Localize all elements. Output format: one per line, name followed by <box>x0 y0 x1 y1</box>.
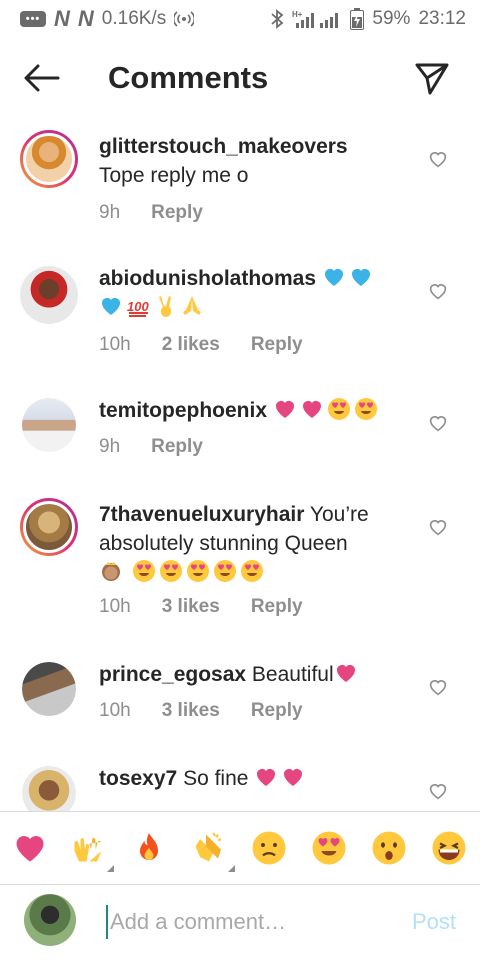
blue-heart-icon <box>349 265 373 289</box>
bluetooth-icon <box>270 9 284 29</box>
post-button[interactable]: Post <box>412 909 456 935</box>
avatar[interactable] <box>22 398 76 452</box>
header: Comments <box>0 38 480 122</box>
comment-text: So fine <box>183 767 249 790</box>
like-heart-icon[interactable] <box>428 518 448 536</box>
reply-button[interactable]: Reply <box>151 436 203 458</box>
folded-hands-icon <box>180 294 204 318</box>
sad-face-icon <box>251 830 287 866</box>
heart-eyes-icon <box>213 559 237 583</box>
reaction-pink-heart[interactable] <box>10 828 50 868</box>
like-heart-icon[interactable] <box>428 678 448 696</box>
pink-heart-icon <box>12 830 48 866</box>
comment-time: 10h <box>99 596 131 617</box>
page-title: Comments <box>108 60 269 95</box>
heart-eyes-icon <box>311 830 347 866</box>
reaction-grinning-squint[interactable] <box>429 828 469 868</box>
current-user-avatar <box>24 894 76 946</box>
comment-text: Beautiful <box>251 663 334 686</box>
comment-username[interactable]: temitopephoenix <box>99 399 267 422</box>
back-arrow-icon <box>24 64 60 92</box>
comment-item: tosexy7 So fine <box>0 764 480 812</box>
message-notification-icon: ••• <box>20 11 46 27</box>
pink-heart-icon <box>281 765 305 789</box>
pink-heart-icon <box>254 765 278 789</box>
like-heart-icon[interactable] <box>428 782 448 800</box>
share-button[interactable] <box>414 60 450 96</box>
avatar[interactable] <box>20 498 78 556</box>
heart-eyes-icon <box>327 397 351 421</box>
likes-count[interactable]: 3 likes <box>162 596 220 618</box>
heart-eyes-icon <box>159 559 183 583</box>
likes-count[interactable]: 2 likes <box>162 334 220 356</box>
emoji-blue-heart <box>322 267 376 290</box>
avatar[interactable] <box>20 266 78 324</box>
comment-username[interactable]: glitterstouch_makeovers <box>99 135 348 158</box>
comment-text: Tope reply me o <box>99 164 249 187</box>
reaction-heart-eyes[interactable] <box>309 828 349 868</box>
comment-time: 9h <box>99 436 121 457</box>
n-notification-icon: N <box>54 6 70 31</box>
reaction-fire[interactable] <box>129 828 169 868</box>
avatar[interactable] <box>22 662 76 716</box>
clapping-hands-icon <box>191 830 227 866</box>
battery-icon <box>350 8 365 30</box>
heart-eyes-icon <box>354 397 378 421</box>
n-notification-icon-2: N <box>77 6 94 31</box>
heart-eyes-icon <box>186 559 210 583</box>
signal-icon: H+ <box>292 9 342 29</box>
pink-heart-icon <box>273 397 297 421</box>
comment-time: 10h <box>99 334 131 355</box>
reply-button[interactable]: Reply <box>151 202 203 224</box>
heart-eyes-icon <box>132 559 156 583</box>
send-icon <box>415 63 449 95</box>
surprised-face-icon <box>371 830 407 866</box>
battery-level: 59% <box>372 8 411 29</box>
like-heart-icon[interactable] <box>428 414 448 432</box>
like-heart-icon[interactable] <box>428 282 448 300</box>
fire-icon <box>131 830 167 866</box>
avatar[interactable] <box>22 766 76 812</box>
comment-username[interactable]: tosexy7 <box>99 767 177 790</box>
grinning-squint-icon <box>431 830 467 866</box>
like-heart-icon[interactable] <box>428 150 448 168</box>
comment-input-bar: Post <box>0 885 480 960</box>
victory-hand-icon <box>153 294 177 318</box>
pink-heart-icon <box>300 397 324 421</box>
emoji-reaction-bar <box>0 812 480 884</box>
hotspot-icon <box>174 9 195 29</box>
reply-button[interactable]: Reply <box>251 334 303 356</box>
blue-heart-icon <box>322 265 346 289</box>
back-button[interactable] <box>22 62 62 94</box>
svg-text:H+: H+ <box>292 10 303 19</box>
reaction-sad-face[interactable] <box>249 828 289 868</box>
reaction-clapping-hands[interactable] <box>189 828 235 872</box>
reply-button[interactable]: Reply <box>251 596 303 618</box>
skin-tone-indicator <box>107 865 114 872</box>
comment-time: 10h <box>99 700 131 721</box>
reaction-raising-hands[interactable] <box>68 828 114 872</box>
heart-eyes-icon <box>240 559 264 583</box>
skin-tone-indicator <box>228 865 235 872</box>
comment-username[interactable]: 7thavenueluxuryhair <box>99 503 304 526</box>
pink-heart-icon <box>334 661 358 685</box>
reply-button[interactable]: Reply <box>251 700 303 722</box>
likes-count[interactable]: 3 likes <box>162 700 220 722</box>
hundred-points-icon <box>126 294 150 318</box>
avatar[interactable] <box>20 130 78 188</box>
raising-hands-icon <box>70 830 106 866</box>
status-bar: ••• N N 0.16K/s H+ 59% 23:12 <box>0 0 480 38</box>
comment-username[interactable]: prince_egosax <box>99 663 246 686</box>
princess-icon <box>99 559 123 583</box>
comment-username[interactable]: abiodunisholathomas <box>99 267 316 290</box>
comment-input[interactable] <box>106 905 396 939</box>
blue-heart-icon <box>99 294 123 318</box>
clock: 23:12 <box>418 8 466 29</box>
reaction-surprised-face[interactable] <box>369 828 409 868</box>
network-speed: 0.16K/s <box>101 8 167 29</box>
comment-time: 9h <box>99 202 121 223</box>
